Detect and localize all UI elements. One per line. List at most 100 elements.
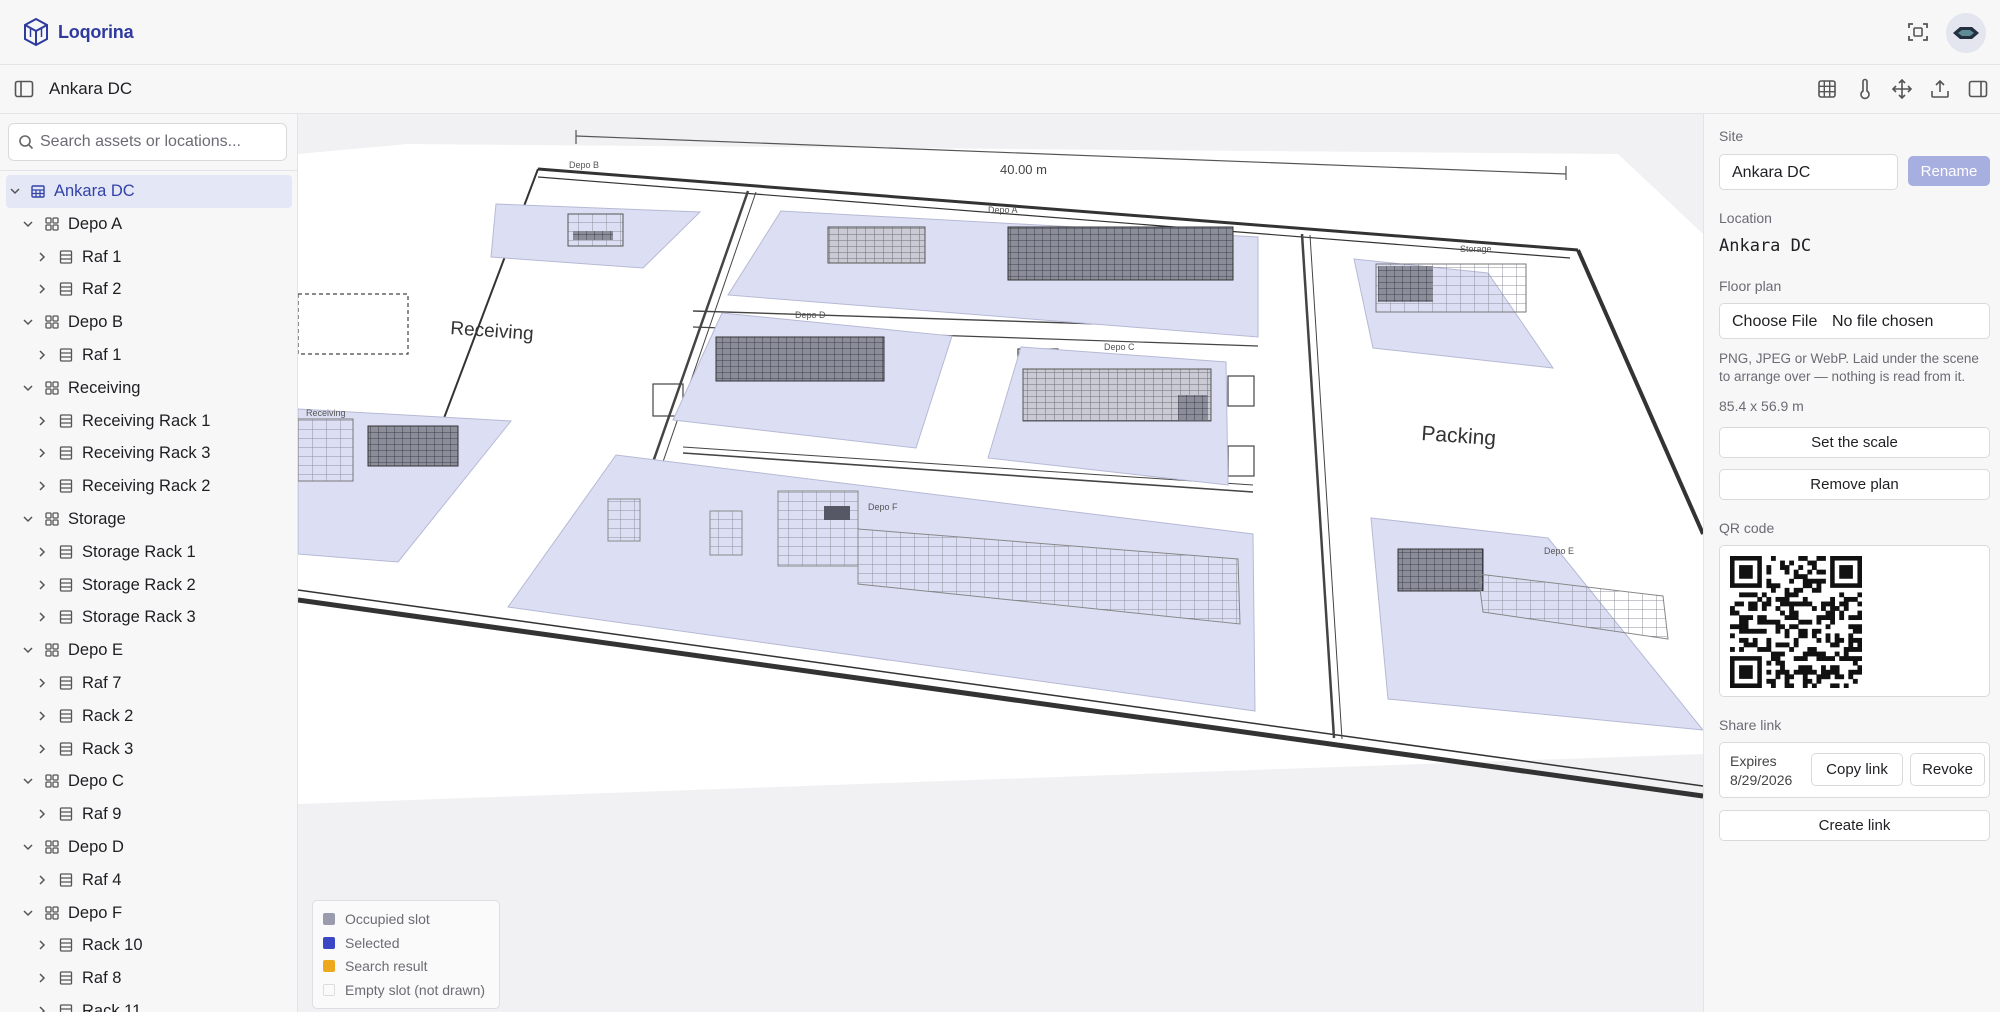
tree-item-label: Storage Rack 1 [82, 542, 196, 561]
legend-swatch [323, 936, 335, 949]
floor-plan-3d[interactable]: 40.00 m Depo B Depo A Depo D Depo C Stor… [298, 114, 1703, 1012]
tree-item-rack[interactable]: Raf 8 [0, 962, 297, 995]
floorplan-file-input[interactable]: Choose File No file chosen [1719, 303, 1990, 339]
chevron-right-icon[interactable] [35, 971, 49, 985]
chevron-right-icon[interactable] [35, 446, 49, 460]
scan-icon[interactable] [1906, 20, 1930, 44]
tree-item-rack[interactable]: Raf 9 [0, 798, 297, 831]
chevron-right-icon[interactable] [35, 742, 49, 756]
chevron-right-icon[interactable] [35, 676, 49, 690]
zone-grid-icon [45, 774, 59, 788]
tree-item-rack[interactable]: Storage Rack 2 [0, 569, 297, 602]
chevron-down-icon[interactable] [21, 381, 35, 395]
chevron-down-icon[interactable] [21, 643, 35, 657]
tree-item-zone[interactable]: Depo B [0, 306, 297, 339]
tree-item-label: Storage Rack 2 [82, 575, 196, 594]
choose-file-button[interactable]: Choose File [1732, 313, 1817, 331]
legend-swatch [323, 983, 335, 996]
chevron-down-icon[interactable] [21, 217, 35, 231]
search-input[interactable] [40, 124, 280, 160]
chevron-down-icon[interactable] [21, 906, 35, 920]
tree-item-zone[interactable]: Depo D [0, 831, 297, 864]
copy-link-button[interactable]: Copy link [1811, 753, 1903, 786]
chevron-right-icon[interactable] [35, 348, 49, 362]
zone-grid-icon [45, 905, 59, 920]
app-logo[interactable]: Loqorina [20, 16, 134, 48]
tree-item-zone[interactable]: Depo C [0, 765, 297, 798]
tree-item-label: Depo A [68, 214, 123, 233]
chevron-right-icon[interactable] [35, 873, 49, 887]
tree-item-label: Raf 8 [82, 969, 122, 988]
tree-item-rack[interactable]: Raf 1 [0, 241, 297, 274]
tree-item-rack[interactable]: Rack 11 [0, 995, 297, 1012]
create-link-button[interactable]: Create link [1719, 810, 1990, 841]
tree-item-rack[interactable]: Storage Rack 3 [0, 601, 297, 634]
tree-item-rack[interactable]: Rack 2 [0, 700, 297, 733]
zone-grid-icon [45, 217, 59, 231]
chevron-right-icon[interactable] [35, 545, 49, 559]
tree-item-label: Storage Rack 3 [82, 608, 196, 627]
chevron-right-icon[interactable] [35, 1004, 49, 1012]
tree-item-rack[interactable]: Rack 10 [0, 929, 297, 962]
share-label: Share link [1719, 717, 1782, 733]
tree-item-rack[interactable]: Storage Rack 1 [0, 536, 297, 569]
tree-item-zone[interactable]: Depo E [0, 634, 297, 667]
toggle-sidebar-icon[interactable] [13, 78, 35, 100]
tree-item-rack[interactable]: Raf 4 [0, 864, 297, 897]
chevron-right-icon[interactable] [35, 807, 49, 821]
tree-item-rack[interactable]: Raf 1 [0, 339, 297, 372]
tree-item-zone[interactable]: Storage [0, 503, 297, 536]
rename-button[interactable]: Rename [1908, 156, 1990, 186]
expires-date: 8/29/2026 [1730, 772, 1793, 788]
logo-icon [24, 17, 48, 47]
location-label: Location [1719, 210, 1772, 226]
chevron-right-icon[interactable] [35, 938, 49, 952]
tree-item-zone[interactable]: Receiving [0, 372, 297, 405]
dimension-label: 40.00 m [1000, 162, 1047, 177]
chevron-down-icon[interactable] [8, 184, 22, 198]
tree-item-root[interactable]: Ankara DC [6, 175, 292, 208]
chevron-right-icon[interactable] [35, 250, 49, 264]
toggle-panel-icon[interactable] [1967, 78, 1989, 100]
scene-viewport[interactable]: 40.00 m Depo B Depo A Depo D Depo C Stor… [298, 114, 1703, 1012]
user-avatar[interactable] [1946, 13, 1986, 53]
zone-label-storage: Storage [1460, 244, 1492, 254]
chevron-down-icon[interactable] [21, 512, 35, 526]
chevron-down-icon[interactable] [21, 774, 35, 788]
no-file-text: No file chosen [1832, 313, 1934, 330]
zone-label-depo-d: Depo D [795, 310, 826, 320]
chevron-right-icon[interactable] [35, 282, 49, 296]
chevron-right-icon[interactable] [35, 709, 49, 723]
thermometer-icon[interactable] [1854, 78, 1876, 100]
set-scale-button[interactable]: Set the scale [1719, 427, 1990, 458]
chevron-right-icon[interactable] [35, 578, 49, 592]
tree-item-rack[interactable]: Raf 7 [0, 667, 297, 700]
rack-icon [59, 709, 73, 723]
chevron-down-icon[interactable] [21, 840, 35, 854]
zone-grid-icon [45, 840, 59, 854]
tree-item-rack[interactable]: Rack 3 [0, 733, 297, 766]
site-name-input[interactable]: Ankara DC [1719, 154, 1898, 190]
tree-item-zone[interactable]: Depo F [0, 897, 297, 930]
remove-plan-button[interactable]: Remove plan [1719, 469, 1990, 500]
chevron-right-icon[interactable] [35, 479, 49, 493]
upload-icon[interactable] [1929, 78, 1951, 100]
tree-item-label: Raf 4 [82, 870, 122, 889]
chevron-right-icon[interactable] [35, 610, 49, 624]
move-icon[interactable] [1891, 78, 1913, 100]
tree-item-rack[interactable]: Raf 2 [0, 273, 297, 306]
tree-item-label: Rack 3 [82, 739, 134, 758]
tree-item-rack[interactable]: Receiving Rack 1 [0, 405, 297, 438]
tree-item-rack[interactable]: Receiving Rack 2 [0, 470, 297, 503]
rack-icon [59, 676, 73, 690]
revoke-button[interactable]: Revoke [1910, 753, 1985, 786]
tree-item-label: Depo E [68, 641, 124, 660]
rack-icon [59, 577, 73, 592]
site-name-value: Ankara DC [1732, 164, 1811, 181]
legend-label: Occupied slot [345, 911, 430, 927]
tree-item-zone[interactable]: Depo A [0, 208, 297, 241]
chevron-right-icon[interactable] [35, 414, 49, 428]
chevron-down-icon[interactable] [21, 315, 35, 329]
grid-icon[interactable] [1816, 78, 1838, 100]
tree-item-rack[interactable]: Receiving Rack 3 [0, 437, 297, 470]
